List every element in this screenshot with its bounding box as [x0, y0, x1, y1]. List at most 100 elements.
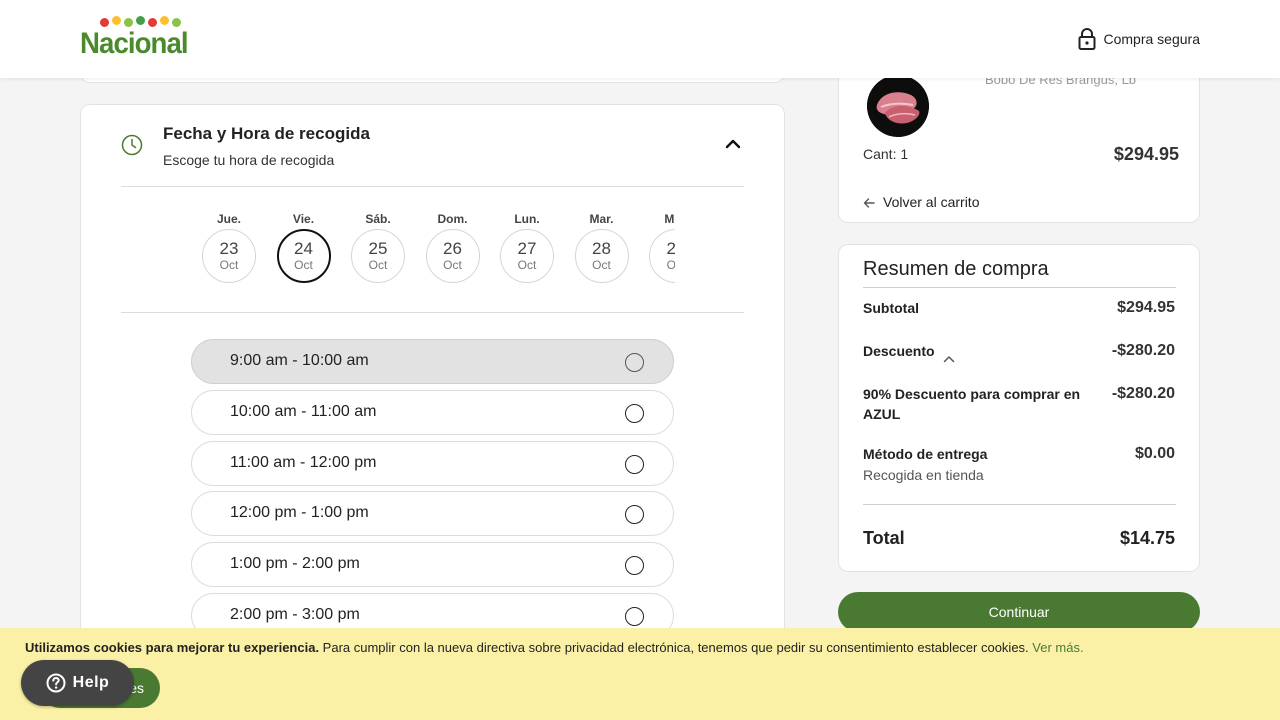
- logo-dots: [100, 16, 181, 27]
- subtotal-label: Subtotal: [863, 300, 919, 316]
- day-circle[interactable]: 25 Oct: [351, 229, 405, 283]
- secure-purchase: Compra segura: [1078, 28, 1201, 50]
- total-value: $14.75: [1119, 528, 1175, 548]
- question-circle-icon: [46, 673, 66, 693]
- cart-summary-card: Bobo De Res Brangus, Lb Cant: 1 $294.95 …: [838, 60, 1200, 223]
- product-price: $294.95: [1113, 144, 1179, 164]
- radio-button[interactable]: [625, 556, 644, 576]
- chevron-up-icon: [943, 348, 955, 363]
- logo-dot: [160, 16, 169, 25]
- time-slot-label: 2:00 pm - 3:00 pm: [230, 606, 360, 623]
- delivery-method-label: Método de entrega: [863, 446, 988, 462]
- day-circle[interactable]: 26 Oct: [425, 229, 480, 283]
- secure-label: Compra segura: [1103, 31, 1201, 47]
- day-option-25[interactable]: Sáb. 25 Oct: [350, 209, 406, 283]
- day-number: 29: [666, 239, 675, 258]
- radio-button[interactable]: [625, 505, 644, 525]
- day-number: 23: [219, 239, 239, 258]
- back-to-cart-label: Volver al carrito: [883, 194, 980, 210]
- day-name: Jue.: [216, 212, 241, 226]
- time-slot[interactable]: 1:00 pm - 2:00 pm: [191, 542, 674, 588]
- day-circle[interactable]: 24 Oct: [276, 229, 331, 283]
- day-option-23[interactable]: Jue. 23 Oct: [201, 209, 257, 283]
- logo-dot: [124, 18, 133, 27]
- continue-button[interactable]: Continuar: [838, 592, 1200, 632]
- day-option-29[interactable]: Mié. 29Oct: [648, 209, 675, 283]
- time-slot[interactable]: 9:00 am - 10:00 am: [191, 339, 674, 384]
- divider: [863, 287, 1176, 288]
- day-number: 26: [443, 239, 462, 258]
- day-month: Oct: [294, 258, 313, 272]
- cookie-message-text: Para cumplir con la nueva directiva sobr…: [319, 640, 1033, 655]
- discount-value: -$280.20: [1111, 342, 1175, 359]
- day-name: Mar.: [589, 212, 614, 226]
- day-number: 24: [294, 239, 313, 258]
- day-number: 28: [592, 239, 611, 258]
- day-circle[interactable]: 27 Oct: [500, 229, 554, 283]
- day-circle[interactable]: 28 Oct: [574, 229, 629, 283]
- purchase-summary: Resumen de compra Subtotal $294.95 Descu…: [838, 244, 1200, 572]
- product-image: [867, 75, 929, 137]
- day-name: Sáb.: [365, 212, 391, 226]
- time-slot[interactable]: 12:00 pm - 1:00 pm: [191, 491, 674, 537]
- delivery-method-sub: Recogida en tienda: [863, 467, 984, 483]
- clock-icon: [121, 134, 143, 156]
- summary-title: Resumen de compra: [863, 258, 1049, 280]
- chevron-up-icon[interactable]: [724, 137, 742, 151]
- time-slot-label: 12:00 pm - 1:00 pm: [230, 504, 369, 522]
- day-selector[interactable]: Jue. 23 Oct Vie. 24 Oct Sáb. 25 Oct Dom. 26 Oct Lun.…: [201, 209, 675, 289]
- day-option-27[interactable]: Lun. 27 Oct: [499, 209, 555, 283]
- cookie-banner: Utilizamos cookies para mejorar tu exper…: [0, 628, 1280, 720]
- lock-icon: [1078, 28, 1096, 50]
- time-slot-label: 1:00 pm - 2:00 pm: [230, 555, 360, 573]
- logo-dot: [148, 18, 157, 27]
- day-name: Lun.: [514, 212, 540, 226]
- promo-label: 90% Descuento para comprar en AZUL: [863, 386, 1081, 422]
- day-option-26[interactable]: Dom. 26 Oct: [425, 209, 481, 283]
- logo-dot: [136, 16, 145, 25]
- time-slot-label: 11:00 am - 12:00 pm: [230, 453, 377, 471]
- time-slot-label: 9:00 am - 10:00 am: [230, 352, 369, 369]
- cookie-more-link[interactable]: Ver más.: [1032, 640, 1083, 655]
- day-circle[interactable]: 23 Oct: [202, 229, 256, 283]
- pickup-subtitle: Escoge tu hora de recogida: [163, 152, 335, 168]
- time-slot[interactable]: 11:00 am - 12:00 pm: [191, 440, 674, 486]
- radio-button[interactable]: [625, 353, 644, 372]
- day-circle[interactable]: 29Oct: [649, 229, 675, 283]
- day-name: Vie.: [292, 212, 315, 226]
- day-number: 27: [517, 239, 537, 258]
- time-slot[interactable]: 10:00 am - 11:00 am: [191, 389, 674, 435]
- subtotal-value: $294.95: [1117, 299, 1175, 316]
- product-quantity: Cant: 1: [863, 146, 909, 162]
- promo-value: -$280.20: [1111, 385, 1175, 402]
- day-month: Oct: [443, 258, 462, 272]
- time-slot-label: 10:00 am - 11:00 am: [230, 402, 377, 420]
- discount-toggle[interactable]: Descuento: [863, 341, 955, 363]
- delivery-method-value: $0.00: [1134, 445, 1175, 462]
- day-month: Oct: [592, 258, 611, 272]
- back-to-cart-link[interactable]: Volver al carrito: [863, 194, 979, 210]
- pickup-title: Fecha y Hora de recogida: [163, 124, 370, 143]
- day-number: 25: [368, 239, 388, 258]
- logo-dot: [112, 16, 121, 25]
- help-label: Help: [72, 674, 110, 691]
- total-label: Total: [863, 528, 905, 548]
- day-option-24[interactable]: Vie. 24 Oct: [276, 209, 332, 283]
- day-name: Dom.: [437, 212, 468, 226]
- radio-button[interactable]: [625, 454, 644, 474]
- divider: [121, 312, 744, 313]
- divider: [121, 186, 744, 187]
- radio-button[interactable]: [625, 607, 644, 626]
- help-button[interactable]: Help: [21, 660, 134, 706]
- day-name: Mié.: [664, 212, 675, 226]
- nacional-logo[interactable]: Nacional: [80, 16, 189, 62]
- cookie-message-bold: Utilizamos cookies para mejorar tu exper…: [25, 640, 320, 655]
- day-option-28[interactable]: Mar. 28 Oct: [574, 209, 630, 283]
- cookie-message: Utilizamos cookies para mejorar tu exper…: [25, 640, 1084, 655]
- arrow-left-icon: [863, 196, 875, 208]
- logo-text: Nacional: [80, 27, 189, 60]
- day-month: Oct: [368, 258, 388, 272]
- pickup-datetime-card: Fecha y Hora de recogida Escoge tu hora …: [80, 104, 785, 664]
- radio-button[interactable]: [625, 403, 644, 423]
- logo-dot: [100, 18, 109, 27]
